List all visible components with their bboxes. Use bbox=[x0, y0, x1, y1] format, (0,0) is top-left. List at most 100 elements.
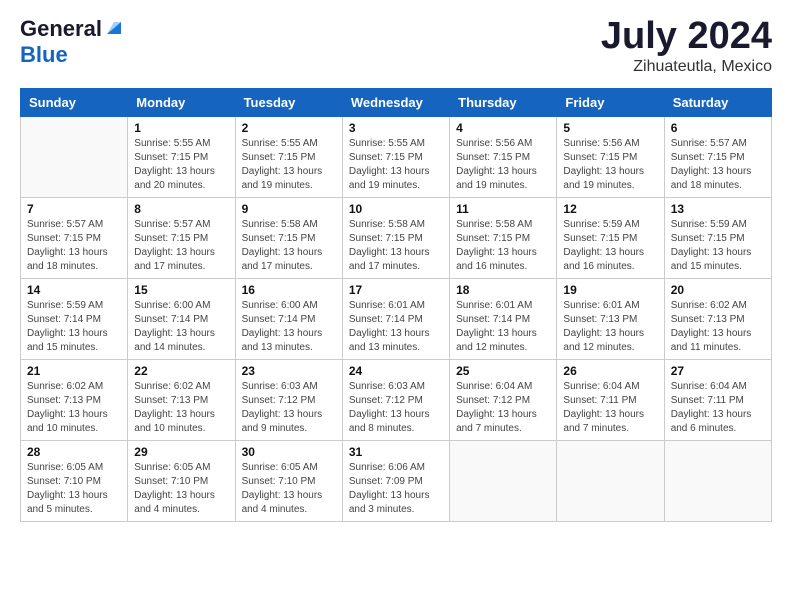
day-number: 25 bbox=[456, 364, 550, 378]
calendar-cell: 13Sunrise: 5:59 AM Sunset: 7:15 PM Dayli… bbox=[664, 197, 771, 278]
day-number: 26 bbox=[563, 364, 657, 378]
calendar-cell: 10Sunrise: 5:58 AM Sunset: 7:15 PM Dayli… bbox=[342, 197, 449, 278]
cell-info: Sunrise: 5:56 AM Sunset: 7:15 PM Dayligh… bbox=[456, 137, 550, 193]
day-number: 29 bbox=[134, 445, 228, 459]
day-number: 6 bbox=[671, 121, 765, 135]
cell-info: Sunrise: 6:06 AM Sunset: 7:09 PM Dayligh… bbox=[349, 461, 443, 517]
cell-info: Sunrise: 6:00 AM Sunset: 7:14 PM Dayligh… bbox=[134, 299, 228, 355]
day-number: 12 bbox=[563, 202, 657, 216]
calendar-cell: 31 Sunrise: 6:06 AM Sunset: 7:09 PM Dayli… bbox=[342, 440, 449, 521]
cell-info: Sunrise: 5:58 AM Sunset: 7:15 PM Dayligh… bbox=[349, 218, 443, 274]
day-number: 16 bbox=[242, 283, 336, 297]
day-number: 18 bbox=[456, 283, 550, 297]
cell-info: Sunrise: 6:03 AM Sunset: 7:12 PM Dayligh… bbox=[242, 380, 336, 436]
calendar-cell bbox=[21, 116, 128, 197]
calendar-week-5: 28 Sunrise: 6:05 AM Sunset: 7:10 PM Dayli… bbox=[21, 440, 772, 521]
header-row: Sunday Monday Tuesday Wednesday Thursday… bbox=[21, 88, 772, 116]
col-friday: Friday bbox=[557, 88, 664, 116]
cell-info: Sunrise: 5:58 AM Sunset: 7:15 PM Dayligh… bbox=[456, 218, 550, 274]
calendar-week-4: 21 Sunrise: 6:02 AM Sunset: 7:13 PM Dayli… bbox=[21, 359, 772, 440]
cell-info: Sunrise: 5:55 AM Sunset: 7:15 PM Dayligh… bbox=[349, 137, 443, 193]
calendar-cell: 12 Sunrise: 5:59 AM Sunset: 7:15 PM Dayli… bbox=[557, 197, 664, 278]
day-number: 1 bbox=[134, 121, 228, 135]
cell-info: Sunrise: 5:59 AM Sunset: 7:15 PM Dayligh… bbox=[671, 218, 765, 274]
day-number: 19 bbox=[563, 283, 657, 297]
day-number: 14 bbox=[27, 283, 121, 297]
calendar-cell: 19 Sunrise: 6:01 AM Sunset: 7:13 PM Dayli… bbox=[557, 278, 664, 359]
calendar-cell: 8Sunrise: 5:57 AM Sunset: 7:15 PM Daylig… bbox=[128, 197, 235, 278]
day-number: 30 bbox=[242, 445, 336, 459]
cell-info: Sunrise: 5:57 AM Sunset: 7:15 PM Dayligh… bbox=[27, 218, 121, 274]
cell-info: Sunrise: 6:04 AM Sunset: 7:11 PM Dayligh… bbox=[671, 380, 765, 436]
calendar-cell bbox=[664, 440, 771, 521]
calendar-cell: 24Sunrise: 6:03 AM Sunset: 7:12 PM Dayli… bbox=[342, 359, 449, 440]
day-number: 27 bbox=[671, 364, 765, 378]
day-number: 22 bbox=[134, 364, 228, 378]
day-number: 4 bbox=[456, 121, 550, 135]
calendar-cell: 26 Sunrise: 6:04 AM Sunset: 7:11 PM Dayli… bbox=[557, 359, 664, 440]
calendar-cell: 28 Sunrise: 6:05 AM Sunset: 7:10 PM Dayli… bbox=[21, 440, 128, 521]
cell-info: Sunrise: 5:59 AM Sunset: 7:15 PM Dayligh… bbox=[563, 218, 657, 274]
cell-info: Sunrise: 5:55 AM Sunset: 7:15 PM Dayligh… bbox=[242, 137, 336, 193]
calendar-cell: 6Sunrise: 5:57 AM Sunset: 7:15 PM Daylig… bbox=[664, 116, 771, 197]
calendar-cell: 27 Sunrise: 6:04 AM Sunset: 7:11 PM Dayli… bbox=[664, 359, 771, 440]
cell-info: Sunrise: 5:57 AM Sunset: 7:15 PM Dayligh… bbox=[134, 218, 228, 274]
calendar-cell: 22 Sunrise: 6:02 AM Sunset: 7:13 PM Dayli… bbox=[128, 359, 235, 440]
cell-info: Sunrise: 6:00 AM Sunset: 7:14 PM Dayligh… bbox=[242, 299, 336, 355]
col-tuesday: Tuesday bbox=[235, 88, 342, 116]
day-number: 2 bbox=[242, 121, 336, 135]
day-number: 21 bbox=[27, 364, 121, 378]
calendar-cell: 11 Sunrise: 5:58 AM Sunset: 7:15 PM Dayli… bbox=[450, 197, 557, 278]
day-number: 17 bbox=[349, 283, 443, 297]
calendar-cell: 1 Sunrise: 5:55 AM Sunset: 7:15 PM Daylig… bbox=[128, 116, 235, 197]
calendar-cell: 21 Sunrise: 6:02 AM Sunset: 7:13 PM Dayli… bbox=[21, 359, 128, 440]
cell-info: Sunrise: 6:05 AM Sunset: 7:10 PM Dayligh… bbox=[27, 461, 121, 517]
calendar-cell bbox=[557, 440, 664, 521]
calendar-cell: 2 Sunrise: 5:55 AM Sunset: 7:15 PM Daylig… bbox=[235, 116, 342, 197]
calendar-cell: 20 Sunrise: 6:02 AM Sunset: 7:13 PM Dayli… bbox=[664, 278, 771, 359]
calendar-cell: 9 Sunrise: 5:58 AM Sunset: 7:15 PM Daylig… bbox=[235, 197, 342, 278]
calendar-cell: 25 Sunrise: 6:04 AM Sunset: 7:12 PM Dayli… bbox=[450, 359, 557, 440]
cell-info: Sunrise: 5:59 AM Sunset: 7:14 PM Dayligh… bbox=[27, 299, 121, 355]
logo-blue: Blue bbox=[20, 42, 68, 67]
col-saturday: Saturday bbox=[664, 88, 771, 116]
calendar-week-1: 1 Sunrise: 5:55 AM Sunset: 7:15 PM Daylig… bbox=[21, 116, 772, 197]
day-number: 23 bbox=[242, 364, 336, 378]
day-number: 7 bbox=[27, 202, 121, 216]
cell-info: Sunrise: 6:02 AM Sunset: 7:13 PM Dayligh… bbox=[671, 299, 765, 355]
day-number: 31 bbox=[349, 445, 443, 459]
day-number: 3 bbox=[349, 121, 443, 135]
col-monday: Monday bbox=[128, 88, 235, 116]
title-block: July 2024 Zihuateutla, Mexico bbox=[601, 16, 772, 76]
calendar-week-2: 7 Sunrise: 5:57 AM Sunset: 7:15 PM Daylig… bbox=[21, 197, 772, 278]
cell-info: Sunrise: 6:01 AM Sunset: 7:13 PM Dayligh… bbox=[563, 299, 657, 355]
calendar-cell: 7 Sunrise: 5:57 AM Sunset: 7:15 PM Daylig… bbox=[21, 197, 128, 278]
location: Zihuateutla, Mexico bbox=[601, 58, 772, 76]
day-number: 9 bbox=[242, 202, 336, 216]
calendar-cell: 3 Sunrise: 5:55 AM Sunset: 7:15 PM Daylig… bbox=[342, 116, 449, 197]
cell-info: Sunrise: 6:01 AM Sunset: 7:14 PM Dayligh… bbox=[349, 299, 443, 355]
cell-info: Sunrise: 6:04 AM Sunset: 7:11 PM Dayligh… bbox=[563, 380, 657, 436]
col-sunday: Sunday bbox=[21, 88, 128, 116]
calendar-cell: 23 Sunrise: 6:03 AM Sunset: 7:12 PM Dayli… bbox=[235, 359, 342, 440]
calendar-cell: 15Sunrise: 6:00 AM Sunset: 7:14 PM Dayli… bbox=[128, 278, 235, 359]
day-number: 20 bbox=[671, 283, 765, 297]
calendar-cell: 14 Sunrise: 5:59 AM Sunset: 7:14 PM Dayli… bbox=[21, 278, 128, 359]
day-number: 28 bbox=[27, 445, 121, 459]
cell-info: Sunrise: 5:55 AM Sunset: 7:15 PM Dayligh… bbox=[134, 137, 228, 193]
calendar-cell: 4 Sunrise: 5:56 AM Sunset: 7:15 PM Daylig… bbox=[450, 116, 557, 197]
calendar-week-3: 14 Sunrise: 5:59 AM Sunset: 7:14 PM Dayli… bbox=[21, 278, 772, 359]
calendar-table: Sunday Monday Tuesday Wednesday Thursday… bbox=[20, 88, 772, 522]
cell-info: Sunrise: 6:04 AM Sunset: 7:12 PM Dayligh… bbox=[456, 380, 550, 436]
cell-info: Sunrise: 6:02 AM Sunset: 7:13 PM Dayligh… bbox=[134, 380, 228, 436]
col-thursday: Thursday bbox=[450, 88, 557, 116]
calendar-cell: 30Sunrise: 6:05 AM Sunset: 7:10 PM Dayli… bbox=[235, 440, 342, 521]
cell-info: Sunrise: 5:56 AM Sunset: 7:15 PM Dayligh… bbox=[563, 137, 657, 193]
calendar-cell bbox=[450, 440, 557, 521]
cell-info: Sunrise: 5:58 AM Sunset: 7:15 PM Dayligh… bbox=[242, 218, 336, 274]
logo-triangle-icon bbox=[105, 18, 123, 36]
cell-info: Sunrise: 6:02 AM Sunset: 7:13 PM Dayligh… bbox=[27, 380, 121, 436]
page-header: General Blue July 2024 Zihuateutla, Mexi… bbox=[20, 16, 772, 76]
calendar-cell: 29Sunrise: 6:05 AM Sunset: 7:10 PM Dayli… bbox=[128, 440, 235, 521]
day-number: 11 bbox=[456, 202, 550, 216]
